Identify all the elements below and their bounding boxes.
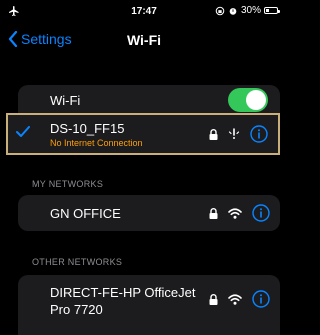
status-right-group: 30% <box>215 5 280 16</box>
battery-percent: 30% <box>240 5 261 16</box>
toggle-knob <box>246 90 266 110</box>
connected-network-name: DS-10_FF15 <box>50 121 125 136</box>
wifi-signal-icon <box>228 293 242 305</box>
network-icons <box>209 204 270 222</box>
connected-network-row[interactable]: DS-10_FF15 No Internet Connection <box>6 113 280 155</box>
battery-icon <box>264 7 280 14</box>
status-bar: 17:47 30% <box>0 0 288 24</box>
alarm-icon <box>229 7 237 15</box>
no-internet-wifi-icon <box>228 128 240 139</box>
info-icon[interactable] <box>250 125 268 143</box>
other-networks-header: OTHER NETWORKS <box>32 257 123 267</box>
my-networks-card: GN OFFICE <box>18 195 280 231</box>
wifi-toggle-switch[interactable] <box>228 88 268 112</box>
battery-fill <box>266 9 269 12</box>
other-networks-card: DIRECT-FE-HP OfficeJet Pro 7720 <box>18 275 280 335</box>
screen-rotation-lock-icon <box>215 6 225 15</box>
network-name: DIRECT-FE-HP OfficeJet Pro 7720 <box>50 285 196 317</box>
connected-network-icons <box>209 125 268 143</box>
navigation-bar: Settings Wi-Fi <box>0 26 288 56</box>
lock-icon <box>209 207 218 219</box>
wifi-toggle-label: Wi-Fi <box>50 93 81 108</box>
wifi-signal-icon <box>228 207 242 219</box>
network-row-gn-office[interactable]: GN OFFICE <box>18 195 280 231</box>
checkmark-icon <box>16 126 30 137</box>
wifi-toggle-card: Wi-Fi <box>18 85 280 113</box>
network-name: GN OFFICE <box>50 206 121 221</box>
connection-status: No Internet Connection <box>50 138 143 148</box>
lock-icon <box>209 293 218 305</box>
lock-icon <box>209 128 218 140</box>
network-icons <box>209 290 270 308</box>
page-title: Wi-Fi <box>126 32 162 48</box>
my-networks-header: MY NETWORKS <box>32 179 104 189</box>
info-icon[interactable] <box>252 290 270 308</box>
info-icon[interactable] <box>252 204 270 222</box>
